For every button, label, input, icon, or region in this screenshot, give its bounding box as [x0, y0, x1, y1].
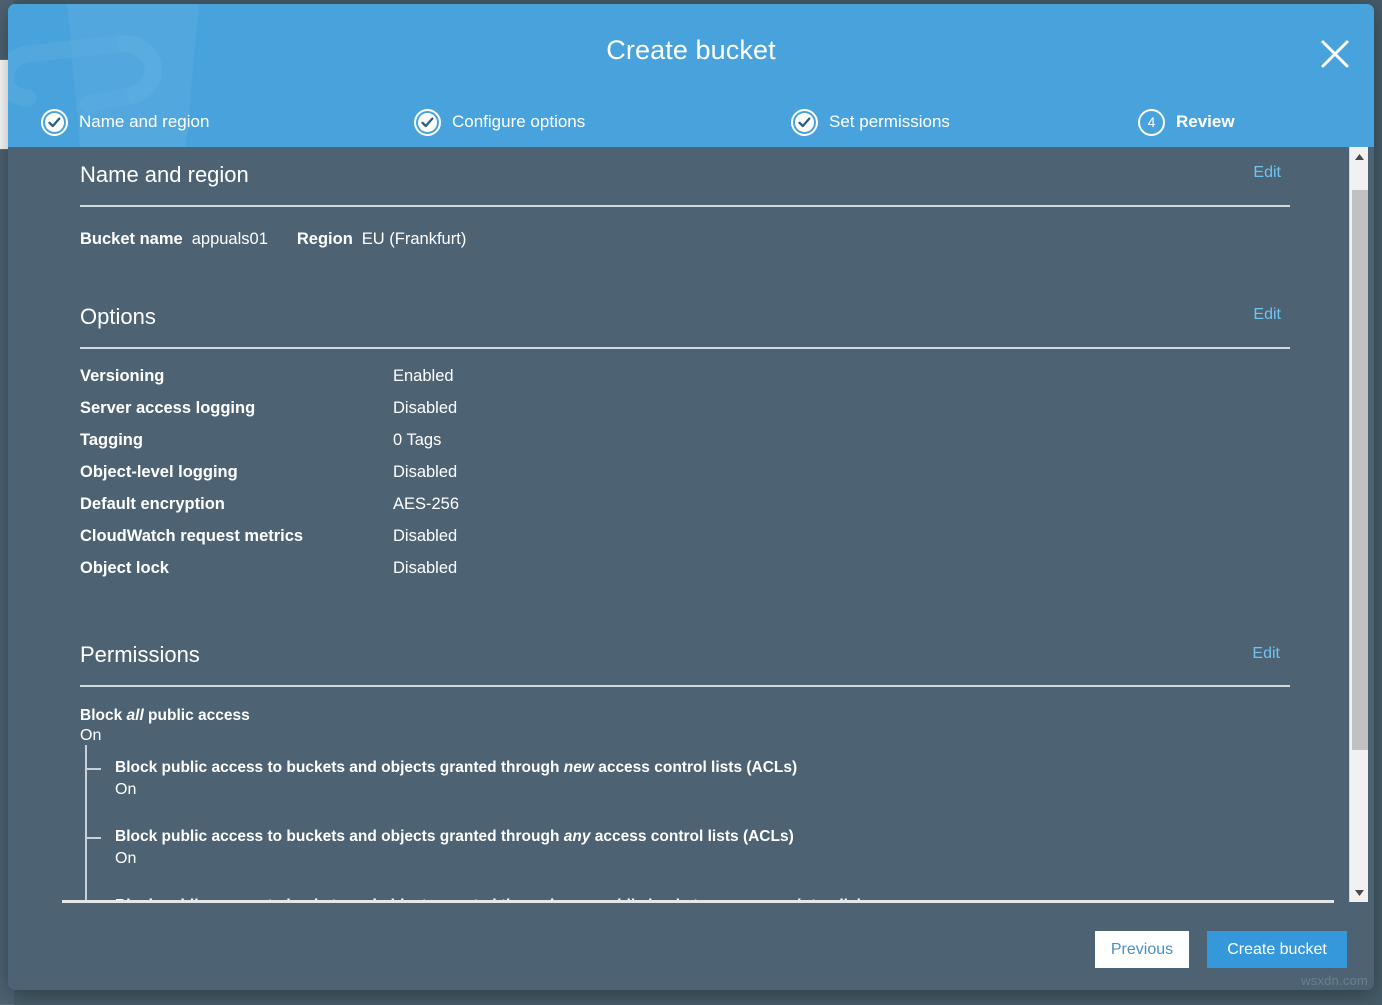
step-name-and-region[interactable]: Name and region: [41, 102, 209, 142]
option-label: Server access logging: [80, 399, 393, 418]
option-value: Disabled: [393, 463, 457, 482]
edit-link-options[interactable]: Edit: [1253, 306, 1281, 324]
step-label: Review: [1176, 112, 1235, 132]
create-bucket-button[interactable]: Create bucket: [1207, 931, 1347, 968]
section-title: Options: [80, 301, 1292, 333]
scroll-down-button[interactable]: [1350, 883, 1369, 902]
permission-child: Block public access to buckets and objec…: [115, 759, 1356, 828]
step-number-badge: 4: [1138, 109, 1165, 136]
step-complete-icon: [414, 109, 441, 136]
option-label: Default encryption: [80, 495, 393, 514]
option-row: Tagging 0 Tags: [80, 431, 1356, 463]
step-complete-icon: [791, 109, 818, 136]
option-value: Disabled: [393, 527, 457, 546]
review-content: Name and region Edit Bucket name appuals…: [8, 147, 1356, 902]
permission-title-emphasis: new: [564, 759, 594, 776]
permission-children: Block public access to buckets and objec…: [80, 759, 1356, 902]
bucket-name-value: appuals01: [192, 230, 268, 249]
permission-title: Block public access to buckets and objec…: [115, 759, 1356, 777]
step-set-permissions[interactable]: Set permissions: [791, 102, 950, 142]
permission-title-post: access control lists (ACLs): [594, 759, 797, 776]
edit-link-name-and-region[interactable]: Edit: [1253, 164, 1281, 182]
option-row: Versioning Enabled: [80, 367, 1356, 399]
option-row: Default encryption AES-256: [80, 495, 1356, 527]
section-header-options: Options Edit: [80, 301, 1292, 347]
step-review[interactable]: 4 Review: [1138, 102, 1235, 142]
permission-block-all-public-access: Block all public access On Block public …: [80, 707, 1356, 902]
permission-title-emphasis: all: [127, 707, 144, 724]
option-value: Disabled: [393, 559, 457, 578]
option-value: Disabled: [393, 399, 457, 418]
permission-state: On: [115, 781, 1356, 799]
close-button[interactable]: [1313, 32, 1357, 76]
triangle-down-icon: [1355, 890, 1364, 896]
step-label: Set permissions: [829, 112, 950, 132]
scrollbar-thumb[interactable]: [1352, 190, 1368, 750]
step-complete-icon: [41, 109, 68, 136]
step-configure-options[interactable]: Configure options: [414, 102, 585, 142]
option-label: Object lock: [80, 559, 393, 578]
modal-title: Create bucket: [8, 35, 1374, 66]
permission-state: On: [115, 850, 1356, 868]
permission-title-pre: Block public access to buckets and objec…: [115, 828, 564, 845]
step-label: Configure options: [452, 112, 585, 132]
modal-footer: Previous Create bucket wsxdn.com: [8, 903, 1374, 990]
bucket-name-label: Bucket name: [80, 230, 183, 249]
step-number: 4: [1148, 115, 1156, 129]
option-label: CloudWatch request metrics: [80, 527, 393, 546]
permission-title-pre: Block: [80, 707, 127, 724]
options-list: Versioning Enabled Server access logging…: [80, 367, 1356, 591]
section-title: Name and region: [80, 159, 1292, 191]
section-title: Permissions: [80, 639, 1292, 671]
close-icon: [1318, 37, 1352, 71]
permission-title-post: access control lists (ACLs): [590, 828, 793, 845]
section-header-permissions: Permissions Edit: [80, 639, 1292, 685]
region-label: Region: [297, 230, 353, 249]
permission-title: Block public access to buckets and objec…: [115, 828, 1356, 846]
section-divider: [80, 685, 1290, 687]
permission-title-post: public access: [144, 707, 250, 724]
option-label: Tagging: [80, 431, 393, 450]
content-scrollbar[interactable]: [1349, 147, 1368, 902]
permission-child: Block public access to buckets and objec…: [115, 828, 1356, 897]
create-bucket-modal: Create bucket Name and region: [8, 4, 1374, 990]
option-label: Versioning: [80, 367, 393, 386]
check-icon: [421, 116, 434, 129]
section-divider: [80, 205, 1290, 207]
permission-title: Block all public access: [80, 707, 1356, 725]
modal-header: Create bucket Name and region: [8, 4, 1374, 147]
scroll-up-button[interactable]: [1350, 147, 1369, 166]
step-label: Name and region: [79, 112, 209, 132]
permission-title-emphasis: any: [564, 828, 591, 845]
wizard-steps: Name and region Configure options Set pe…: [8, 102, 1374, 142]
option-value: Enabled: [393, 367, 454, 386]
option-value: 0 Tags: [393, 431, 441, 450]
option-row: Object-level logging Disabled: [80, 463, 1356, 495]
source-watermark: wsxdn.com: [1301, 973, 1368, 988]
option-row: CloudWatch request metrics Disabled: [80, 527, 1356, 559]
option-label: Object-level logging: [80, 463, 393, 482]
triangle-up-icon: [1355, 154, 1364, 160]
bucket-name-region-line: Bucket name appuals01 Region EU (Frankfu…: [80, 230, 1356, 249]
option-row: Object lock Disabled: [80, 559, 1356, 591]
option-value: AES-256: [393, 495, 459, 514]
permission-title-pre: Block public access to buckets and objec…: [115, 759, 564, 776]
check-icon: [798, 116, 811, 129]
previous-button[interactable]: Previous: [1095, 931, 1189, 968]
option-row: Server access logging Disabled: [80, 399, 1356, 431]
section-header-name-and-region: Name and region Edit: [80, 159, 1292, 205]
modal-body: Name and region Edit Bucket name appuals…: [8, 147, 1374, 902]
edit-link-permissions[interactable]: Edit: [1252, 645, 1280, 663]
section-divider: [80, 347, 1290, 349]
region-value: EU (Frankfurt): [362, 230, 467, 249]
permission-state: On: [80, 727, 1356, 745]
check-icon: [48, 116, 61, 129]
